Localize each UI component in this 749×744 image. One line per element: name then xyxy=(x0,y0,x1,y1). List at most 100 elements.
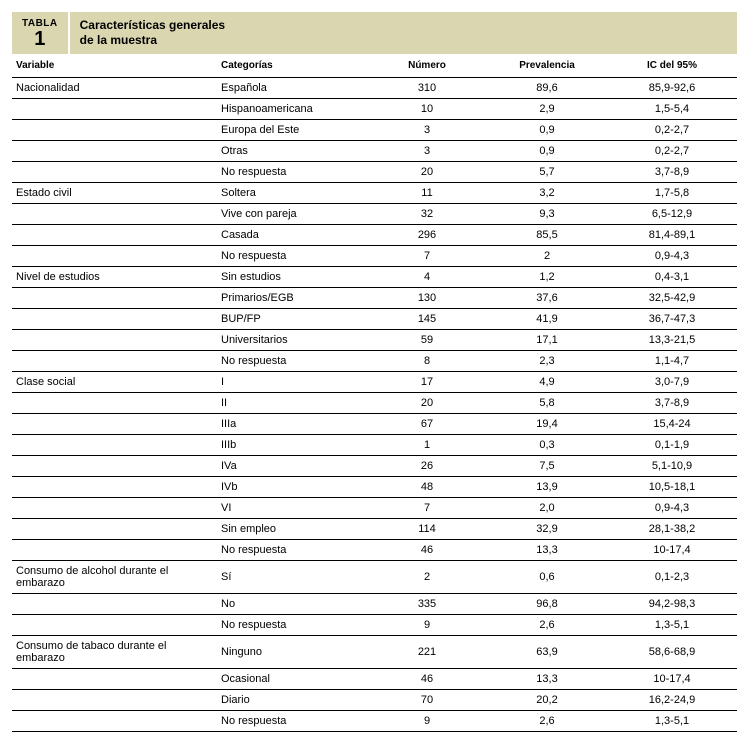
cell-ic: 15,4-24 xyxy=(607,414,737,435)
cell-variable xyxy=(12,246,217,267)
cell-prevalencia: 20,2 xyxy=(487,690,607,711)
table-row: No respuesta205,73,7-8,9 xyxy=(12,162,737,183)
table-row: Diario7020,216,2-24,9 xyxy=(12,690,737,711)
cell-numero: 59 xyxy=(367,330,487,351)
cell-numero: 7 xyxy=(367,246,487,267)
cell-numero: 46 xyxy=(367,540,487,561)
cell-prevalencia: 32,9 xyxy=(487,519,607,540)
table-row: No respuesta82,31,1-4,7 xyxy=(12,351,737,372)
cell-ic: 0,1-2,3 xyxy=(607,561,737,594)
cell-variable xyxy=(12,162,217,183)
table-header: TABLA 1 Características generales de la … xyxy=(12,12,737,54)
cell-categoria: No respuesta xyxy=(217,540,367,561)
cell-categoria: No xyxy=(217,594,367,615)
cell-categoria: Española xyxy=(217,78,367,99)
cell-ic: 81,4-89,1 xyxy=(607,225,737,246)
cell-prevalencia: 2,6 xyxy=(487,615,607,636)
table-row: Vive con pareja329,36,5-12,9 xyxy=(12,204,737,225)
cell-variable xyxy=(12,309,217,330)
cell-variable xyxy=(12,435,217,456)
table-row: Consumo de alcohol durante el embarazoSí… xyxy=(12,561,737,594)
cell-variable: Estado civil xyxy=(12,183,217,204)
cell-numero: 3 xyxy=(367,120,487,141)
cell-ic: 58,6-68,9 xyxy=(607,636,737,669)
cell-ic: 3,7-8,9 xyxy=(607,162,737,183)
cell-ic: 85,9-92,6 xyxy=(607,78,737,99)
cell-categoria: No respuesta xyxy=(217,615,367,636)
table-row: Europa del Este30,90,2-2,7 xyxy=(12,120,737,141)
table-row: IIIb10,30,1-1,9 xyxy=(12,435,737,456)
col-ic: IC del 95% xyxy=(607,54,737,78)
cell-prevalencia: 17,1 xyxy=(487,330,607,351)
cell-ic: 6,5-12,9 xyxy=(607,204,737,225)
cell-numero: 7 xyxy=(367,498,487,519)
cell-ic: 10,5-18,1 xyxy=(607,477,737,498)
cell-categoria: Europa del Este xyxy=(217,120,367,141)
cell-variable xyxy=(12,204,217,225)
table-row: No33596,894,2-98,3 xyxy=(12,594,737,615)
table-body: NacionalidadEspañola31089,685,9-92,6Hisp… xyxy=(12,78,737,732)
cell-variable xyxy=(12,594,217,615)
cell-prevalencia: 1,2 xyxy=(487,267,607,288)
cell-variable xyxy=(12,393,217,414)
cell-numero: 20 xyxy=(367,393,487,414)
cell-variable: Consumo de tabaco durante el embarazo xyxy=(12,636,217,669)
table-title-line2: de la muestra xyxy=(80,33,727,48)
table-row: IVa267,55,1-10,9 xyxy=(12,456,737,477)
cell-ic: 28,1-38,2 xyxy=(607,519,737,540)
cell-ic: 0,1-1,9 xyxy=(607,435,737,456)
cell-prevalencia: 0,9 xyxy=(487,141,607,162)
cell-prevalencia: 13,9 xyxy=(487,477,607,498)
cell-categoria: II xyxy=(217,393,367,414)
cell-numero: 11 xyxy=(367,183,487,204)
cell-numero: 70 xyxy=(367,690,487,711)
cell-numero: 26 xyxy=(367,456,487,477)
table-row: Primarios/EGB13037,632,5-42,9 xyxy=(12,288,737,309)
cell-variable: Clase social xyxy=(12,372,217,393)
cell-ic: 13,3-21,5 xyxy=(607,330,737,351)
table-row: No respuesta92,61,3-5,1 xyxy=(12,615,737,636)
table-row: Clase socialI174,93,0-7,9 xyxy=(12,372,737,393)
cell-categoria: IVb xyxy=(217,477,367,498)
cell-categoria: Otras xyxy=(217,141,367,162)
cell-prevalencia: 13,3 xyxy=(487,540,607,561)
cell-categoria: Primarios/EGB xyxy=(217,288,367,309)
cell-categoria: Universitarios xyxy=(217,330,367,351)
table-number-box: TABLA 1 xyxy=(12,12,70,54)
table-row: Casada29685,581,4-89,1 xyxy=(12,225,737,246)
cell-numero: 48 xyxy=(367,477,487,498)
cell-numero: 4 xyxy=(367,267,487,288)
cell-numero: 3 xyxy=(367,141,487,162)
table-label: TABLA xyxy=(22,18,58,29)
cell-variable xyxy=(12,498,217,519)
cell-prevalencia: 4,9 xyxy=(487,372,607,393)
cell-ic: 0,2-2,7 xyxy=(607,141,737,162)
cell-ic: 1,1-4,7 xyxy=(607,351,737,372)
cell-prevalencia: 5,7 xyxy=(487,162,607,183)
cell-numero: 9 xyxy=(367,615,487,636)
cell-prevalencia: 96,8 xyxy=(487,594,607,615)
cell-variable xyxy=(12,669,217,690)
table-row: IIIa6719,415,4-24 xyxy=(12,414,737,435)
table-row: NacionalidadEspañola31089,685,9-92,6 xyxy=(12,78,737,99)
cell-categoria: No respuesta xyxy=(217,162,367,183)
cell-variable xyxy=(12,330,217,351)
cell-numero: 310 xyxy=(367,78,487,99)
cell-variable xyxy=(12,615,217,636)
cell-categoria: IVa xyxy=(217,456,367,477)
table-row: II205,83,7-8,9 xyxy=(12,393,737,414)
cell-numero: 335 xyxy=(367,594,487,615)
cell-prevalencia: 41,9 xyxy=(487,309,607,330)
table-row: Consumo de tabaco durante el embarazoNin… xyxy=(12,636,737,669)
cell-numero: 10 xyxy=(367,99,487,120)
cell-categoria: No respuesta xyxy=(217,246,367,267)
cell-categoria: Sin empleo xyxy=(217,519,367,540)
cell-categoria: Ninguno xyxy=(217,636,367,669)
col-categorias: Categorías xyxy=(217,54,367,78)
cell-prevalencia: 2 xyxy=(487,246,607,267)
cell-variable xyxy=(12,225,217,246)
cell-ic: 0,9-4,3 xyxy=(607,246,737,267)
cell-numero: 32 xyxy=(367,204,487,225)
table-row: Otras30,90,2-2,7 xyxy=(12,141,737,162)
cell-ic: 10-17,4 xyxy=(607,669,737,690)
